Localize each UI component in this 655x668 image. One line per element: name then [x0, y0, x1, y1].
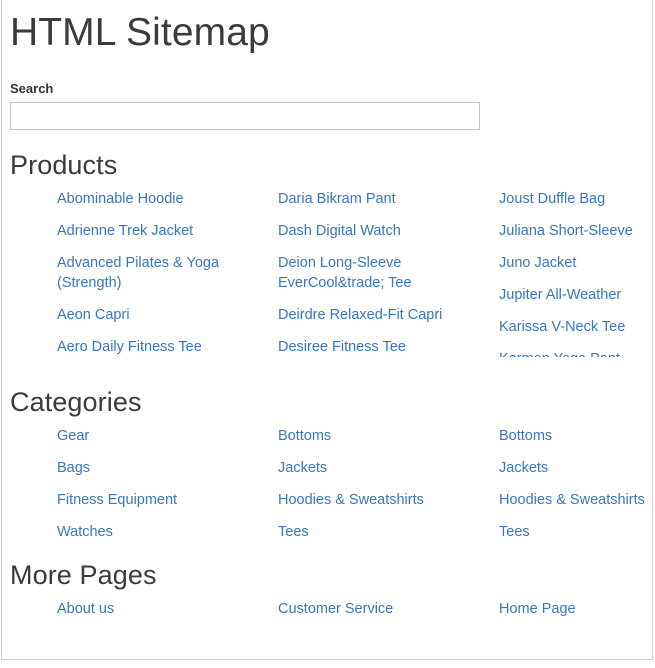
- sitemap-link[interactable]: Karmen Yoga Pant: [499, 351, 620, 357]
- list-item: Advanced Pilates & Yoga (Strength): [57, 253, 268, 293]
- sitemap-link[interactable]: Customer Service: [278, 601, 393, 617]
- list-item: About us: [57, 599, 268, 619]
- columns-categories: Gear Bags Fitness Equipment Watches Bottoms J…: [10, 426, 644, 542]
- sitemap-link[interactable]: Aeon Capri: [57, 307, 130, 323]
- list-item: Gear: [57, 426, 268, 446]
- list-item: Deirdre Relaxed-Fit Capri: [278, 305, 489, 325]
- list-item: Bottoms: [278, 426, 489, 446]
- sitemap-page: HTML Sitemap Search Products Abominable H…: [1, 0, 653, 660]
- sitemap-link[interactable]: Bottoms: [278, 428, 331, 444]
- sitemap-link[interactable]: Deion Long-Sleeve EverCool&trade; Tee: [278, 255, 412, 291]
- sitemap-link[interactable]: Dash Digital Watch: [278, 223, 401, 239]
- sitemap-link[interactable]: Gear: [57, 428, 89, 444]
- link-list: Bottoms Jackets Hoodies & Sweatshirts Tees: [278, 426, 489, 542]
- list-item: Juno Jacket: [499, 253, 644, 273]
- search-label: Search: [10, 81, 644, 96]
- sitemap-link[interactable]: Home Page: [499, 601, 576, 617]
- link-list: About us: [57, 599, 268, 619]
- list-item: Daria Bikram Pant: [278, 189, 489, 209]
- section-title-categories: Categories: [10, 387, 644, 418]
- column-products-1: Abominable Hoodie Adrienne Trek Jacket Adv…: [57, 189, 278, 357]
- list-item: Jupiter All-Weather: [499, 285, 644, 305]
- sitemap-link[interactable]: About us: [57, 601, 114, 617]
- link-list: Gear Bags Fitness Equipment Watches: [57, 426, 268, 542]
- section-title-products: Products: [10, 150, 644, 181]
- list-item: Aero Daily Fitness Tee: [57, 337, 268, 357]
- list-item: Joust Duffle Bag: [499, 189, 644, 209]
- link-list: Customer Service: [278, 599, 489, 619]
- column-categories-1: Gear Bags Fitness Equipment Watches: [57, 426, 278, 542]
- link-list: Daria Bikram Pant Dash Digital Watch Deion…: [278, 189, 489, 357]
- search-block: Search: [10, 81, 644, 130]
- sitemap-link[interactable]: Juliana Short-Sleeve: [499, 223, 633, 239]
- columns-products: Abominable Hoodie Adrienne Trek Jacket Adv…: [10, 189, 644, 357]
- list-item: Hoodies & Sweatshirts: [499, 490, 644, 510]
- sitemap-link[interactable]: Juno Jacket: [499, 255, 576, 271]
- sitemap-link[interactable]: Bags: [57, 460, 90, 476]
- list-item: Bottoms: [499, 426, 644, 446]
- sitemap-link[interactable]: Daria Bikram Pant: [278, 191, 396, 207]
- sitemap-link[interactable]: Hoodies & Sweatshirts: [278, 492, 424, 508]
- list-item: Bags: [57, 458, 268, 478]
- sitemap-link[interactable]: Jackets: [278, 460, 327, 476]
- list-item: Desiree Fitness Tee: [278, 337, 489, 357]
- sitemap-link[interactable]: Fitness Equipment: [57, 492, 177, 508]
- link-list: Abominable Hoodie Adrienne Trek Jacket Adv…: [57, 189, 268, 357]
- search-input[interactable]: [10, 102, 480, 130]
- list-item: Hoodies & Sweatshirts: [278, 490, 489, 510]
- section-categories: Categories Gear Bags Fitness Equipment Watch…: [10, 387, 644, 542]
- column-products-2: Daria Bikram Pant Dash Digital Watch Deion…: [278, 189, 499, 357]
- sitemap-link[interactable]: Advanced Pilates & Yoga (Strength): [57, 255, 219, 291]
- section-more_pages: More Pages About us Customer Service Home P…: [10, 560, 644, 619]
- section-title-more_pages: More Pages: [10, 560, 644, 591]
- list-item: Fitness Equipment: [57, 490, 268, 510]
- link-list: Home Page: [499, 599, 644, 619]
- list-item: Karissa V-Neck Tee: [499, 317, 644, 337]
- sitemap-link[interactable]: Watches: [57, 524, 113, 540]
- list-item: Karmen Yoga Pant: [499, 349, 644, 357]
- sitemap-link[interactable]: Tees: [278, 524, 309, 540]
- column-more_pages-2: Customer Service: [278, 599, 499, 619]
- list-item: Tees: [499, 522, 644, 542]
- list-item: Adrienne Trek Jacket: [57, 221, 268, 241]
- sitemap-link[interactable]: Adrienne Trek Jacket: [57, 223, 193, 239]
- page-content: HTML Sitemap Search Products Abominable H…: [2, 12, 652, 619]
- sitemap-link[interactable]: Bottoms: [499, 428, 552, 444]
- column-categories-3: Bottoms Jackets Hoodies & Sweatshirts Tees: [499, 426, 644, 542]
- list-item: Abominable Hoodie: [57, 189, 268, 209]
- sitemap-link[interactable]: Abominable Hoodie: [57, 191, 184, 207]
- sitemap-link[interactable]: Tees: [499, 524, 530, 540]
- sitemap-link[interactable]: Deirdre Relaxed-Fit Capri: [278, 307, 442, 323]
- sitemap-link[interactable]: Jupiter All-Weather: [499, 287, 621, 303]
- sitemap-sections: Products Abominable Hoodie Adrienne Trek J…: [10, 150, 644, 619]
- sitemap-link[interactable]: Aero Daily Fitness Tee: [57, 339, 202, 355]
- list-item: Deion Long-Sleeve EverCool&trade; Tee: [278, 253, 489, 293]
- link-list: Joust Duffle Bag Juliana Short-Sleeve Juno…: [499, 189, 644, 357]
- page-title: HTML Sitemap: [10, 12, 644, 55]
- section-products: Products Abominable Hoodie Adrienne Trek J…: [10, 150, 644, 357]
- columns-more_pages: About us Customer Service Home Page: [10, 599, 644, 619]
- sitemap-link[interactable]: Jackets: [499, 460, 548, 476]
- list-item: Customer Service: [278, 599, 489, 619]
- link-list: Bottoms Jackets Hoodies & Sweatshirts Tees: [499, 426, 644, 542]
- list-item: Tees: [278, 522, 489, 542]
- list-item: Aeon Capri: [57, 305, 268, 325]
- list-item: Home Page: [499, 599, 644, 619]
- list-item: Jackets: [278, 458, 489, 478]
- list-item: Watches: [57, 522, 268, 542]
- sitemap-link[interactable]: Desiree Fitness Tee: [278, 339, 406, 355]
- list-item: Dash Digital Watch: [278, 221, 489, 241]
- sitemap-link[interactable]: Joust Duffle Bag: [499, 191, 605, 207]
- column-categories-2: Bottoms Jackets Hoodies & Sweatshirts Tees: [278, 426, 499, 542]
- sitemap-link[interactable]: Karissa V-Neck Tee: [499, 319, 625, 335]
- list-item: Jackets: [499, 458, 644, 478]
- column-products-3: Joust Duffle Bag Juliana Short-Sleeve Juno…: [499, 189, 644, 357]
- list-item: Juliana Short-Sleeve: [499, 221, 644, 241]
- sitemap-link[interactable]: Hoodies & Sweatshirts: [499, 492, 644, 508]
- column-more_pages-3: Home Page: [499, 599, 644, 619]
- column-more_pages-1: About us: [57, 599, 278, 619]
